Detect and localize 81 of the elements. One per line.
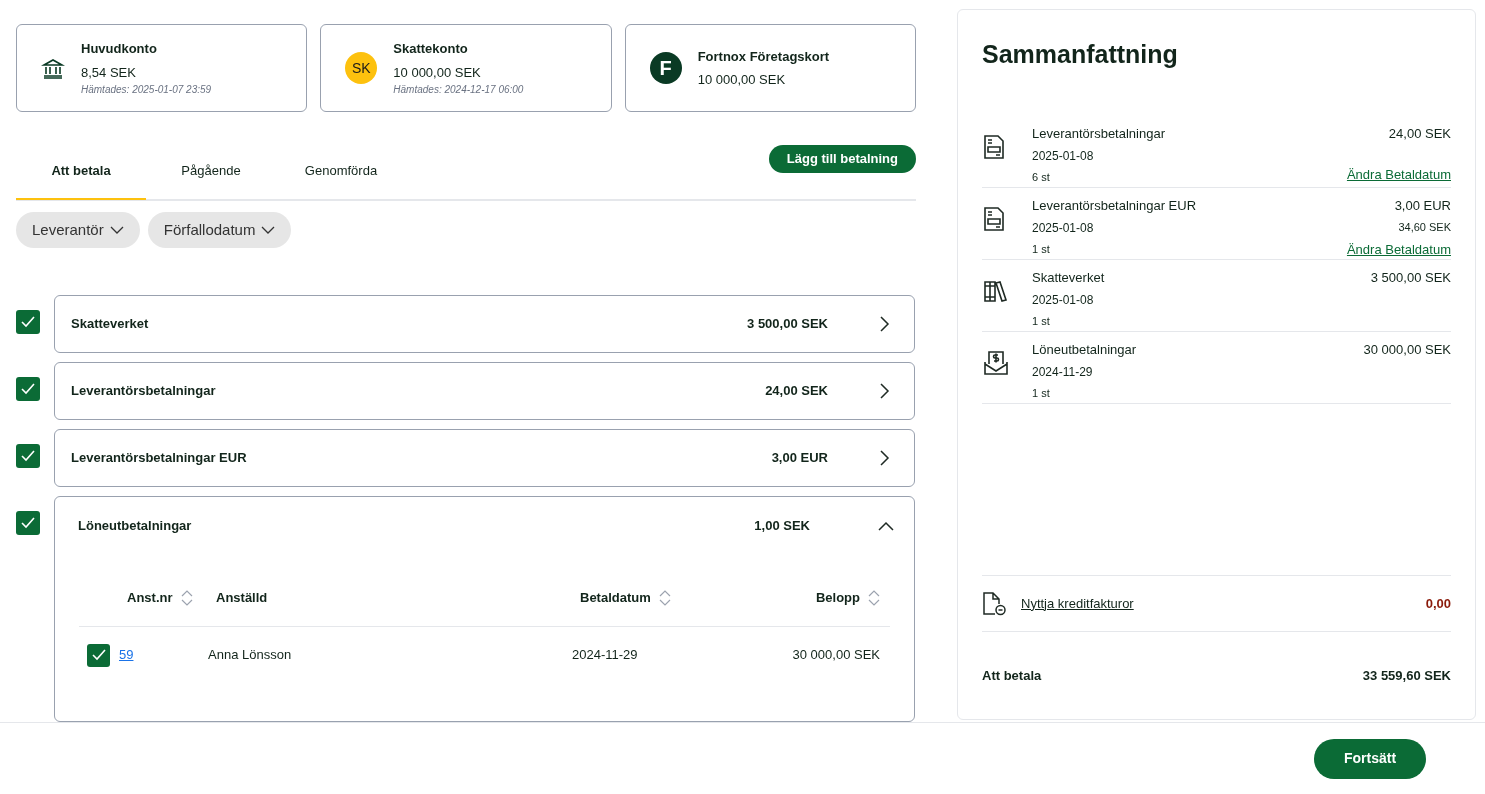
- table-cell-text: 30 000,00 SEK: [791, 646, 881, 665]
- account-name: Skattekonto: [393, 40, 469, 58]
- account-balance: 10 000,00 SEK: [393, 63, 482, 82]
- summary-item-count: 1 st: [1032, 386, 1051, 401]
- employee-number-link[interactable]: 59: [119, 645, 208, 665]
- checkbox[interactable]: [16, 310, 40, 334]
- add-payment-button[interactable]: Lägg till betalning: [768, 144, 916, 173]
- summary-item-count: 1 st: [1032, 314, 1051, 329]
- account-badge: SK: [345, 52, 378, 84]
- checkbox[interactable]: [16, 511, 40, 535]
- summary-item-name: Skatteverket: [1032, 268, 1106, 287]
- summary-title: Sammanfattning: [982, 39, 1179, 70]
- summary-item-amount: 24,00 SEK: [1388, 124, 1451, 143]
- filter-dropdown[interactable]: Förfallodatum: [147, 212, 292, 248]
- converted-amount: 34,60 SEK: [1398, 220, 1451, 235]
- payment-group[interactable]: Leverantörsbetalningar 24,00 SEK: [54, 362, 915, 420]
- table-cell-text: 2024-11-29: [572, 646, 639, 665]
- checkmark-icon: [20, 448, 36, 464]
- credit-invoices-link[interactable]: Nyttja kreditfakturor: [1021, 593, 1426, 614]
- fetched-time: Hämtades: 2024-12-17 06:00: [393, 83, 524, 97]
- total-amount: 33 559,60 SEK: [1362, 666, 1451, 685]
- group-name: Leverantörsbetalningar: [71, 382, 217, 401]
- summary-item-count: 6 st: [1032, 170, 1051, 185]
- checkbox[interactable]: [16, 377, 40, 401]
- continue-button[interactable]: Fortsätt: [1314, 738, 1426, 779]
- checkbox[interactable]: [87, 643, 110, 667]
- filter-dropdown[interactable]: Leverantör: [16, 212, 140, 248]
- credit-amount: 0,00: [1425, 594, 1451, 613]
- checkbox[interactable]: [16, 444, 40, 468]
- account-card[interactable]: Huvudkonto 8,54 SEK Hämtades: 2025-01-07 23:59: [16, 24, 308, 112]
- column-header: Belopp: [815, 588, 860, 607]
- summary-item-name: Leverantörsbetalningar: [1032, 124, 1166, 143]
- logo: F: [649, 52, 682, 84]
- summary-item-count: 1 st: [1032, 242, 1051, 257]
- group-name: Leverantörsbetalningar EUR: [71, 449, 248, 468]
- table-cell-text: Anna Lönsson: [208, 646, 293, 665]
- group-amount: 3,00 EUR: [771, 449, 828, 468]
- total-label: Att betala: [982, 666, 1042, 685]
- document-icon: [983, 205, 1005, 232]
- money-envelope-icon: [983, 349, 1009, 376]
- account-name: Fortnox Företagskort: [697, 47, 830, 66]
- account-card[interactable]: F Fortnox Företagskort 10 000,00 SEK: [624, 24, 916, 112]
- group-name: Löneutbetalningar: [78, 517, 193, 536]
- account-balance: 10 000,00 SEK: [697, 71, 787, 89]
- checkmark-icon: [20, 381, 36, 397]
- checkmark-icon: [90, 647, 107, 663]
- change-date-link[interactable]: Ändra Betaldatum: [1346, 239, 1451, 259]
- caret-icon: [261, 225, 276, 235]
- group-amount: 3 500,00 SEK: [747, 315, 828, 334]
- summary-item-amount: 30 000,00 SEK: [1363, 340, 1451, 359]
- group-amount: 1,00 SEK: [754, 517, 810, 536]
- fetched-time: Hämtades: 2025-01-07 23:59: [81, 83, 212, 97]
- column-header: Anst.nr: [127, 588, 173, 607]
- summary-item-date: 2025-01-08: [1032, 292, 1095, 309]
- checkmark-icon: [20, 314, 36, 330]
- summary-item-date: 2025-01-08: [1032, 220, 1095, 237]
- column-header: Betaldatum: [580, 588, 651, 607]
- payment-group[interactable]: Löneutbetalningar 1,00 SEK Anst.nr Anställd Betaldatum Belopp 59 Anna Lönsson 2024-11-29 30 000,00 SEK: [54, 496, 915, 722]
- group-amount: 24,00 SEK: [765, 382, 828, 401]
- bank-icon: [41, 56, 65, 80]
- document-minus-icon: [982, 590, 1008, 617]
- caret-icon: [109, 225, 124, 235]
- payment-group[interactable]: Leverantörsbetalningar EUR 3,00 EUR: [54, 429, 915, 487]
- change-date-link[interactable]: Ändra Betaldatum: [1346, 165, 1451, 185]
- column-header: Anställd: [216, 588, 268, 607]
- account-name: Huvudkonto: [81, 40, 158, 58]
- summary-item-name: Löneutbetalningar: [1032, 340, 1138, 359]
- summary-item-date: 2024-11-29: [1032, 364, 1094, 381]
- summary-item-amount: 3 500,00 SEK: [1370, 268, 1451, 287]
- payment-group[interactable]: Skatteverket 3 500,00 SEK: [54, 295, 915, 353]
- document-icon: [983, 133, 1005, 160]
- tab[interactable]: Genomförda: [276, 143, 406, 200]
- summary-item-amount: 3,00 EUR: [1394, 196, 1451, 215]
- summary-item-date: 2025-01-08: [1032, 148, 1095, 165]
- group-name: Skatteverket: [71, 315, 150, 334]
- summary-item-name: Leverantörsbetalningar EUR: [1032, 196, 1198, 215]
- checkmark-icon: [20, 515, 36, 531]
- account-balance: 8,54 SEK: [81, 63, 137, 82]
- tab[interactable]: Pågående: [146, 143, 276, 200]
- tab[interactable]: Att betala: [16, 143, 146, 200]
- account-card[interactable]: SK Skattekonto 10 000,00 SEK Hämtades: 2024-12-17 06:00: [320, 24, 612, 112]
